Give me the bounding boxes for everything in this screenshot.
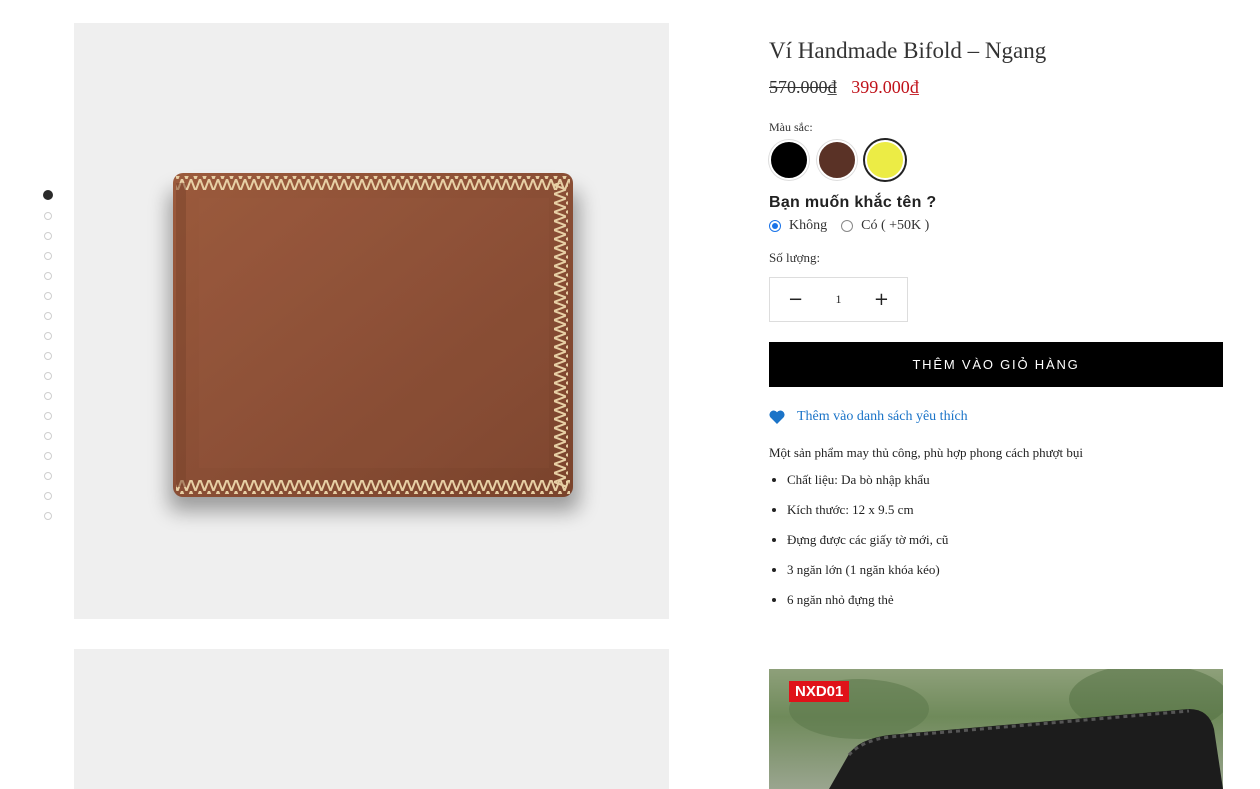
- old-price: 570.000₫: [769, 77, 837, 97]
- quantity-label: Số lượng:: [769, 250, 821, 265]
- minus-icon[interactable]: −: [788, 290, 803, 309]
- spec-item: 6 ngăn nhỏ đựng thẻ: [787, 592, 1223, 608]
- spec-item: 3 ngăn lớn (1 ngăn khóa kéo): [787, 562, 1223, 578]
- heart-icon: [769, 410, 785, 424]
- gallery-dot[interactable]: [44, 512, 52, 520]
- engrave-yes-radio[interactable]: [841, 220, 854, 232]
- spec-item: Kích thước: 12 x 9.5 cm: [787, 502, 1223, 518]
- gallery-dot[interactable]: [44, 312, 52, 320]
- product-image-main[interactable]: [74, 23, 669, 619]
- gallery-dot[interactable]: [44, 472, 52, 480]
- wishlist-link[interactable]: Thêm vào danh sách yêu thích: [769, 409, 1223, 425]
- spec-item: Chất liệu: Da bò nhập khẩu: [787, 472, 1223, 488]
- gallery-dot[interactable]: [44, 392, 52, 400]
- product-code-badge: NXD01: [789, 681, 850, 702]
- product-title: Ví Handmade Bifold – Ngang: [769, 38, 1047, 63]
- color-swatch-yellow[interactable]: [865, 140, 905, 180]
- gallery-dot[interactable]: [44, 452, 52, 460]
- price-row: 570.000₫ 399.000₫: [769, 77, 1223, 98]
- engrave-options: Không Có ( +50K ): [769, 218, 1223, 234]
- gallery-pagination: [43, 190, 54, 532]
- gallery-dot[interactable]: [44, 432, 52, 440]
- engrave-no-radio[interactable]: [769, 220, 781, 232]
- gallery-dot[interactable]: [43, 190, 53, 200]
- quantity-input[interactable]: [821, 291, 856, 308]
- sale-price: 399.000₫: [851, 77, 919, 97]
- wallet-image: [169, 173, 579, 511]
- product-info: Ví Handmade Bifold – Ngang 570.000₫ 399.…: [769, 38, 1223, 622]
- spec-item: Đựng được các giấy tờ mới, cũ: [787, 532, 1223, 548]
- gallery-dot[interactable]: [44, 292, 52, 300]
- gallery-dot[interactable]: [44, 272, 52, 280]
- quantity-stepper: − +: [769, 277, 908, 322]
- color-swatch-black[interactable]: [769, 140, 809, 180]
- engrave-question: Bạn muốn khắc tên ?: [769, 194, 937, 211]
- color-label: Màu sắc:: [769, 120, 813, 134]
- product-image-secondary[interactable]: [74, 649, 669, 789]
- color-swatches: [769, 140, 1223, 180]
- color-swatch-brown[interactable]: [817, 140, 857, 180]
- wishlist-label[interactable]: Thêm vào danh sách yêu thích: [797, 409, 968, 425]
- gallery-dot[interactable]: [44, 352, 52, 360]
- gallery-dot[interactable]: [44, 252, 52, 260]
- gallery-dot[interactable]: [44, 372, 52, 380]
- gallery-dot[interactable]: [44, 412, 52, 420]
- add-to-cart-button[interactable]: THÊM VÀO GIỎ HÀNG: [769, 342, 1223, 387]
- description-intro: Một sản phẩm may thủ công, phù hợp phong…: [769, 445, 1083, 460]
- gallery-dot[interactable]: [44, 332, 52, 340]
- lifestyle-photo: NXD01: [769, 669, 1223, 789]
- engrave-yes-label[interactable]: Có ( +50K ): [861, 218, 929, 234]
- gallery-dot[interactable]: [44, 492, 52, 500]
- gallery-dot[interactable]: [44, 232, 52, 240]
- plus-icon[interactable]: +: [874, 290, 889, 309]
- gallery-dot[interactable]: [44, 212, 52, 220]
- spec-list: Chất liệu: Da bò nhập khẩu Kích thước: 1…: [769, 472, 1223, 608]
- engrave-no-label[interactable]: Không: [789, 218, 827, 234]
